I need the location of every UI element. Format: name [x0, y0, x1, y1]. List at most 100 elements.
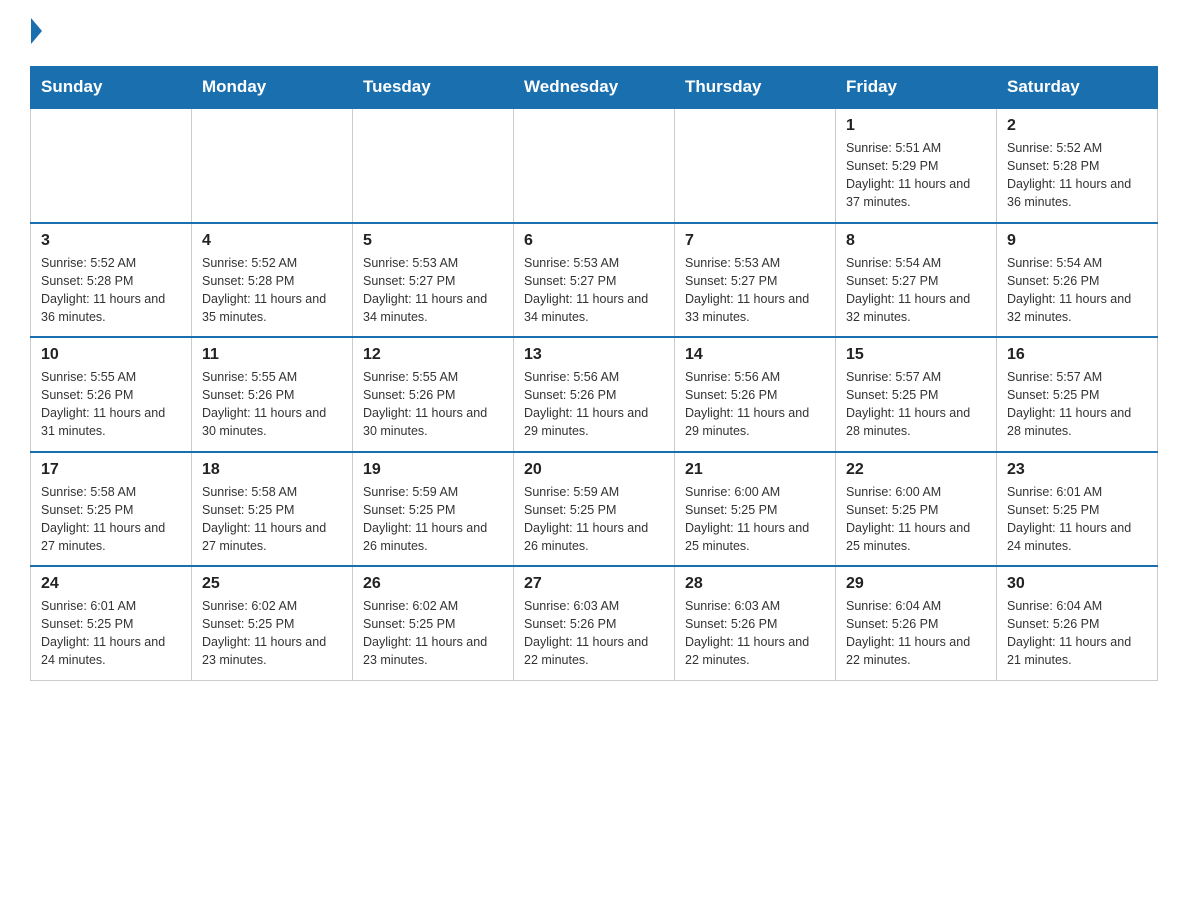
calendar-cell: 19Sunrise: 5:59 AM Sunset: 5:25 PM Dayli… — [353, 452, 514, 567]
day-number: 13 — [524, 346, 664, 364]
day-info: Sunrise: 6:00 AM Sunset: 5:25 PM Dayligh… — [685, 483, 825, 556]
calendar-header-thursday: Thursday — [675, 67, 836, 109]
calendar-cell: 13 Sunrise: 5:56 AM Sunset: 5:26 PM Dayli… — [514, 337, 675, 452]
calendar-cell — [514, 108, 675, 223]
logo-triangle-icon — [31, 18, 42, 44]
day-info: Sunrise: 5:52 AM Sunset: 5:28 PM Dayligh… — [41, 254, 181, 327]
calendar-cell: 6 Sunrise: 5:53 AM Sunset: 5:27 PM Daylig… — [514, 223, 675, 338]
day-number: 1 — [846, 117, 986, 135]
calendar-cell: 25 Sunrise: 6:02 AM Sunset: 5:25 PM Dayli… — [192, 566, 353, 680]
calendar-header-friday: Friday — [836, 67, 997, 109]
day-number: 10 — [41, 346, 181, 364]
calendar-cell — [353, 108, 514, 223]
calendar-cell: 27 Sunrise: 6:03 AM Sunset: 5:26 PM Dayli… — [514, 566, 675, 680]
calendar-cell: 16Sunrise: 5:57 AM Sunset: 5:25 PM Dayli… — [997, 337, 1158, 452]
day-info: Sunrise: 5:52 AM Sunset: 5:28 PM Dayligh… — [202, 254, 342, 327]
day-number: 22 — [846, 461, 986, 479]
day-number: 28 — [685, 575, 825, 593]
calendar-cell: 8 Sunrise: 5:54 AM Sunset: 5:27 PM Daylig… — [836, 223, 997, 338]
day-number: 18 — [202, 461, 342, 479]
calendar-cell: 24Sunrise: 6:01 AM Sunset: 5:25 PM Dayli… — [31, 566, 192, 680]
day-info: Sunrise: 5:59 AM Sunset: 5:25 PM Dayligh… — [524, 483, 664, 556]
day-info: Sunrise: 5:53 AM Sunset: 5:27 PM Dayligh… — [363, 254, 503, 327]
day-info: Sunrise: 6:01 AM Sunset: 5:25 PM Dayligh… — [1007, 483, 1147, 556]
calendar-table: SundayMondayTuesdayWednesdayThursdayFrid… — [30, 66, 1158, 681]
calendar-cell — [31, 108, 192, 223]
calendar-cell — [675, 108, 836, 223]
day-number: 7 — [685, 232, 825, 250]
day-info: Sunrise: 6:03 AM Sunset: 5:26 PM Dayligh… — [685, 597, 825, 670]
calendar-header-monday: Monday — [192, 67, 353, 109]
day-info: Sunrise: 6:04 AM Sunset: 5:26 PM Dayligh… — [1007, 597, 1147, 670]
day-info: Sunrise: 5:51 AM Sunset: 5:29 PM Dayligh… — [846, 139, 986, 212]
calendar-cell: 28 Sunrise: 6:03 AM Sunset: 5:26 PM Dayli… — [675, 566, 836, 680]
week-row-3: 10 Sunrise: 5:55 AM Sunset: 5:26 PM Dayli… — [31, 337, 1158, 452]
day-number: 2 — [1007, 117, 1147, 135]
day-info: Sunrise: 5:59 AM Sunset: 5:25 PM Dayligh… — [363, 483, 503, 556]
day-info: Sunrise: 5:55 AM Sunset: 5:26 PM Dayligh… — [363, 368, 503, 441]
day-info: Sunrise: 5:54 AM Sunset: 5:27 PM Dayligh… — [846, 254, 986, 327]
day-number: 6 — [524, 232, 664, 250]
day-info: Sunrise: 5:58 AM Sunset: 5:25 PM Dayligh… — [202, 483, 342, 556]
day-info: Sunrise: 6:02 AM Sunset: 5:25 PM Dayligh… — [363, 597, 503, 670]
day-number: 11 — [202, 346, 342, 364]
calendar-header-saturday: Saturday — [997, 67, 1158, 109]
calendar-header-sunday: Sunday — [31, 67, 192, 109]
day-info: Sunrise: 5:52 AM Sunset: 5:28 PM Dayligh… — [1007, 139, 1147, 212]
calendar-cell: 17 Sunrise: 5:58 AM Sunset: 5:25 PM Dayli… — [31, 452, 192, 567]
day-info: Sunrise: 5:54 AM Sunset: 5:26 PM Dayligh… — [1007, 254, 1147, 327]
calendar-cell: 5 Sunrise: 5:53 AM Sunset: 5:27 PM Daylig… — [353, 223, 514, 338]
week-row-1: 1 Sunrise: 5:51 AM Sunset: 5:29 PM Daylig… — [31, 108, 1158, 223]
day-number: 5 — [363, 232, 503, 250]
calendar-cell: 20 Sunrise: 5:59 AM Sunset: 5:25 PM Dayli… — [514, 452, 675, 567]
calendar-cell: 26 Sunrise: 6:02 AM Sunset: 5:25 PM Dayli… — [353, 566, 514, 680]
day-info: Sunrise: 6:00 AM Sunset: 5:25 PM Dayligh… — [846, 483, 986, 556]
calendar-cell — [192, 108, 353, 223]
day-info: Sunrise: 5:58 AM Sunset: 5:25 PM Dayligh… — [41, 483, 181, 556]
day-number: 29 — [846, 575, 986, 593]
day-number: 8 — [846, 232, 986, 250]
calendar-header-wednesday: Wednesday — [514, 67, 675, 109]
calendar-cell: 21 Sunrise: 6:00 AM Sunset: 5:25 PM Dayli… — [675, 452, 836, 567]
day-number: 16 — [1007, 346, 1147, 364]
calendar-cell: 14 Sunrise: 5:56 AM Sunset: 5:26 PM Dayli… — [675, 337, 836, 452]
day-number: 14 — [685, 346, 825, 364]
week-row-5: 24Sunrise: 6:01 AM Sunset: 5:25 PM Dayli… — [31, 566, 1158, 680]
week-row-4: 17 Sunrise: 5:58 AM Sunset: 5:25 PM Dayli… — [31, 452, 1158, 567]
week-row-2: 3 Sunrise: 5:52 AM Sunset: 5:28 PM Daylig… — [31, 223, 1158, 338]
day-number: 30 — [1007, 575, 1147, 593]
day-info: Sunrise: 6:03 AM Sunset: 5:26 PM Dayligh… — [524, 597, 664, 670]
day-info: Sunrise: 6:02 AM Sunset: 5:25 PM Dayligh… — [202, 597, 342, 670]
day-number: 9 — [1007, 232, 1147, 250]
calendar-cell: 1 Sunrise: 5:51 AM Sunset: 5:29 PM Daylig… — [836, 108, 997, 223]
day-number: 17 — [41, 461, 181, 479]
day-info: Sunrise: 5:56 AM Sunset: 5:26 PM Dayligh… — [685, 368, 825, 441]
day-info: Sunrise: 5:57 AM Sunset: 5:25 PM Dayligh… — [846, 368, 986, 441]
day-info: Sunrise: 5:53 AM Sunset: 5:27 PM Dayligh… — [685, 254, 825, 327]
calendar-cell: 22 Sunrise: 6:00 AM Sunset: 5:25 PM Dayli… — [836, 452, 997, 567]
day-number: 26 — [363, 575, 503, 593]
day-number: 25 — [202, 575, 342, 593]
calendar-cell: 30 Sunrise: 6:04 AM Sunset: 5:26 PM Dayli… — [997, 566, 1158, 680]
calendar-cell: 2 Sunrise: 5:52 AM Sunset: 5:28 PM Daylig… — [997, 108, 1158, 223]
day-info: Sunrise: 5:53 AM Sunset: 5:27 PM Dayligh… — [524, 254, 664, 327]
calendar-cell: 9 Sunrise: 5:54 AM Sunset: 5:26 PM Daylig… — [997, 223, 1158, 338]
day-number: 20 — [524, 461, 664, 479]
day-number: 12 — [363, 346, 503, 364]
day-number: 15 — [846, 346, 986, 364]
calendar-cell: 10Sunrise: 5:55 AM Sunset: 5:26 PM Dayli… — [31, 337, 192, 452]
day-number: 21 — [685, 461, 825, 479]
day-number: 27 — [524, 575, 664, 593]
calendar-cell: 3 Sunrise: 5:52 AM Sunset: 5:28 PM Daylig… — [31, 223, 192, 338]
day-info: Sunrise: 5:56 AM Sunset: 5:26 PM Dayligh… — [524, 368, 664, 441]
calendar-cell: 12 Sunrise: 5:55 AM Sunset: 5:26 PM Dayli… — [353, 337, 514, 452]
day-number: 4 — [202, 232, 342, 250]
day-number: 3 — [41, 232, 181, 250]
day-info: Sunrise: 6:04 AM Sunset: 5:26 PM Dayligh… — [846, 597, 986, 670]
calendar-header-row: SundayMondayTuesdayWednesdayThursdayFrid… — [31, 67, 1158, 109]
calendar-cell: 18 Sunrise: 5:58 AM Sunset: 5:25 PM Dayli… — [192, 452, 353, 567]
logo — [30, 20, 42, 48]
calendar-cell: 15 Sunrise: 5:57 AM Sunset: 5:25 PM Dayli… — [836, 337, 997, 452]
day-info: Sunrise: 6:01 AM Sunset: 5:25 PM Dayligh… — [41, 597, 181, 670]
day-info: Sunrise: 5:55 AM Sunset: 5:26 PM Dayligh… — [202, 368, 342, 441]
